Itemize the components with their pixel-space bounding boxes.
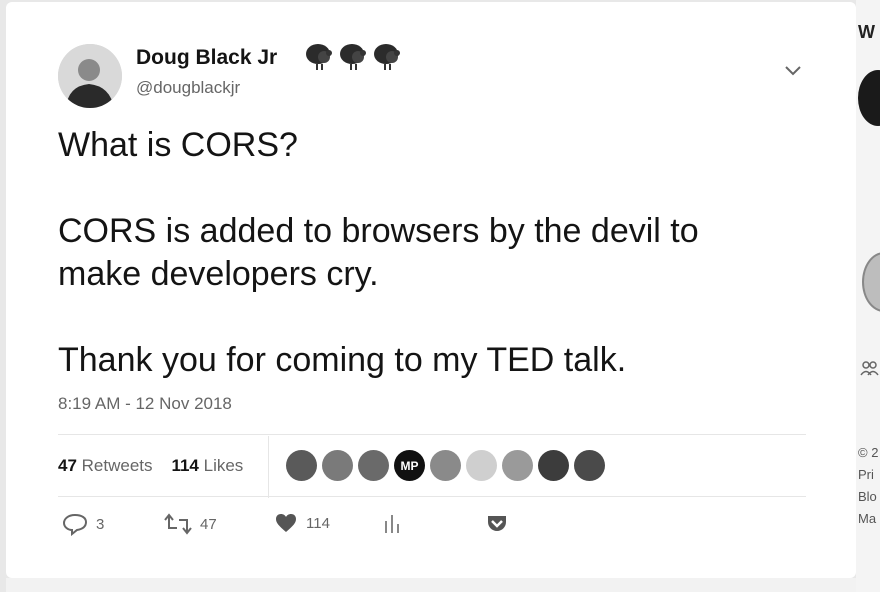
like-count: 114 <box>306 514 330 532</box>
liker-avatar[interactable] <box>358 450 389 481</box>
retweet-icon <box>164 513 192 535</box>
tweet-line: make developers cry. <box>58 255 379 293</box>
tweet-text: What is CORS? CORS is added to browsers … <box>58 124 818 382</box>
reply-icon <box>62 513 88 536</box>
name-emoji-row <box>304 42 402 72</box>
chevron-down-icon[interactable] <box>784 64 802 82</box>
liker-avatar[interactable] <box>322 450 353 481</box>
pocket-icon <box>488 516 506 531</box>
turkey-icon <box>306 44 332 70</box>
likes-stat[interactable]: 114 Likes <box>171 456 243 475</box>
liker-avatar[interactable] <box>466 450 497 481</box>
retweets-count: 47 <box>58 456 77 475</box>
liker-avatar[interactable] <box>430 450 461 481</box>
reply-button[interactable]: 3 <box>62 512 104 536</box>
tweet-stats: 47 Retweets 114 Likes <box>58 456 243 476</box>
tweet-line: CORS is added to browsers by the devil t… <box>58 212 699 250</box>
liker-avatar[interactable] <box>502 450 533 481</box>
author-avatar[interactable] <box>58 44 122 108</box>
likes-label: Likes <box>203 456 244 475</box>
divider <box>58 434 806 435</box>
sidebar-title: W <box>858 22 875 42</box>
sidebar-footer-text: © 2 <box>858 445 879 460</box>
pocket-button[interactable] <box>486 512 508 534</box>
retweet-button[interactable]: 47 <box>164 512 217 536</box>
tweet-actions: 3 47 114 <box>58 512 818 540</box>
divider <box>58 496 806 497</box>
tweet-timestamp[interactable]: 8:19 AM - 12 Nov 2018 <box>58 394 232 414</box>
heart-icon <box>276 514 296 532</box>
retweet-count: 47 <box>200 515 217 533</box>
liker-avatar[interactable] <box>286 450 317 481</box>
reply-count: 3 <box>96 515 105 533</box>
tweet-line: Thank you for coming to my TED talk. <box>58 341 627 379</box>
sidebar-footer-link[interactable]: Pri <box>858 464 874 486</box>
bottom-strip <box>6 578 856 592</box>
retweets-label: Retweets <box>81 456 153 475</box>
liker-avatar[interactable]: MP <box>394 450 425 481</box>
likers-avatars: MP <box>286 450 605 481</box>
liker-avatar[interactable] <box>538 450 569 481</box>
retweets-stat[interactable]: 47 Retweets <box>58 456 153 475</box>
analytics-button[interactable] <box>384 512 400 534</box>
analytics-icon <box>385 515 399 533</box>
turkey-icon <box>340 44 366 70</box>
divider <box>268 436 269 498</box>
like-button[interactable]: 114 <box>274 512 330 534</box>
likes-count: 114 <box>171 456 199 475</box>
liker-avatar[interactable] <box>574 450 605 481</box>
sidebar-footer-link[interactable]: Ma <box>858 508 876 530</box>
author-handle[interactable]: @dougblackjr <box>136 78 240 98</box>
people-icon[interactable] <box>860 360 880 379</box>
author-name[interactable]: Doug Black Jr <box>136 46 277 70</box>
tweet-line: What is CORS? <box>58 126 298 164</box>
sidebar-footer-link[interactable]: Blo <box>858 486 877 508</box>
turkey-icon <box>374 44 400 70</box>
